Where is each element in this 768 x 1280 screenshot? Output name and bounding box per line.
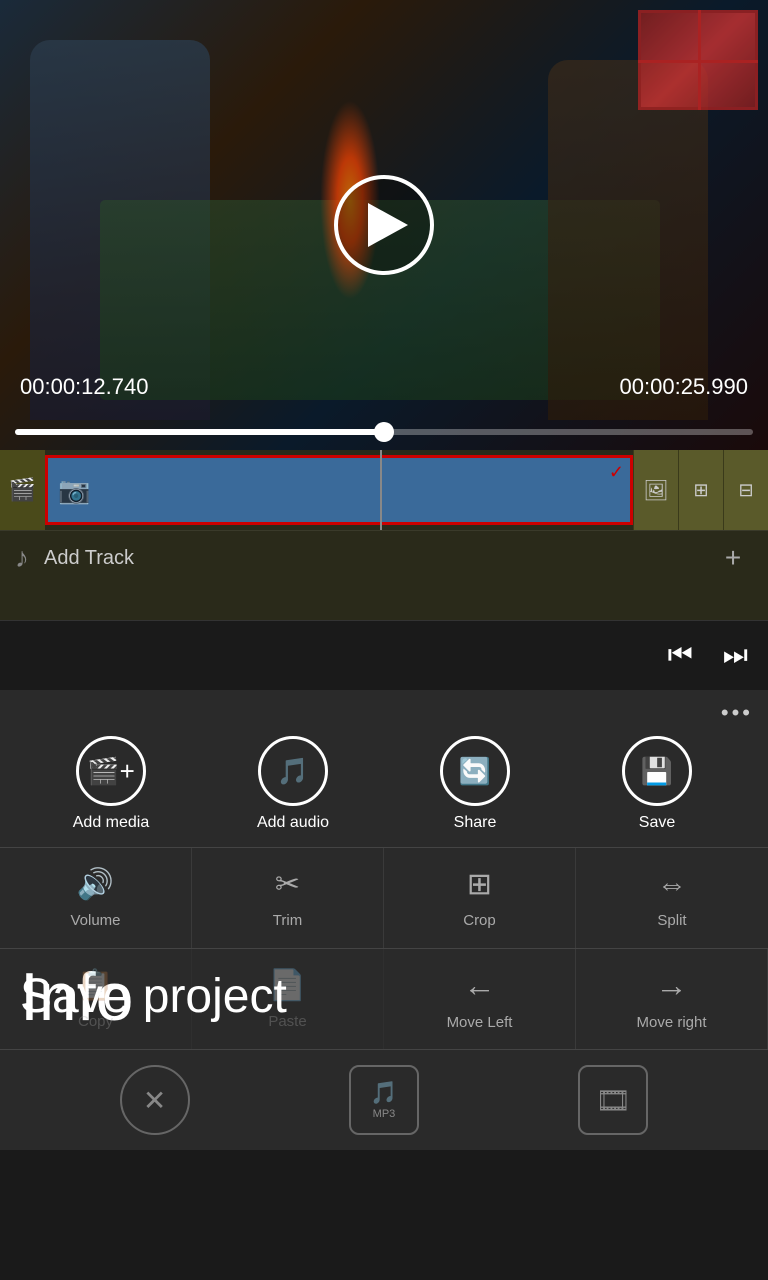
progress-handle[interactable] [374, 422, 394, 442]
more-row: ••• [0, 690, 768, 731]
timeline-track: 🎬 📷 ✓ 🖼 ⊞ ⊟ [0, 450, 768, 530]
add-media-icon-circle: 🎬+ [76, 736, 146, 806]
film-button[interactable]: 🎞 [578, 1065, 648, 1135]
image-icon-3: ⊟ [738, 480, 753, 501]
progress-fill [15, 429, 384, 435]
skip-forward-button[interactable]: ⏭ [723, 639, 748, 672]
toolbar-top: 🎬+ Add media 🎵 Add audio 🔄 Share 💾 Save [0, 731, 768, 847]
crop-label: Crop [463, 912, 496, 929]
save-icon: 💾 [641, 756, 673, 787]
paste-label: Paste [268, 1013, 306, 1030]
timeline-image-btn-2[interactable]: ⊞ [678, 450, 723, 530]
toolbar-add-media[interactable]: 🎬+ Add media [71, 736, 151, 832]
add-media-icon: 🎬+ [87, 756, 135, 787]
mp3-icon: 🎵 [370, 1080, 397, 1106]
split-button[interactable]: ⇔ Split [576, 848, 768, 948]
trim-button[interactable]: ✂ Trim [192, 848, 384, 948]
nav-row: ⏮ ⏭ [0, 620, 768, 690]
track-side: 🎬 [0, 450, 45, 530]
move-right-button[interactable]: → Move right [576, 949, 768, 1049]
clip-camera-icon: 📷 [58, 475, 90, 506]
time-display: 00:00:12.740 00:00:25.990 [0, 374, 768, 400]
track-side-icon: 🎬 [9, 477, 36, 503]
crop-icon: ⊞ [467, 867, 492, 902]
trim-label: Trim [273, 912, 302, 929]
delete-icon: ✕ [143, 1084, 166, 1117]
move-left-label: Move Left [447, 1014, 513, 1031]
toolbar-add-audio[interactable]: 🎵 Add audio [253, 736, 333, 832]
move-left-button[interactable]: ← Move Left [384, 949, 576, 1049]
toolbar-save[interactable]: 💾 Save [617, 736, 697, 832]
music-note-icon: ♪ [15, 542, 29, 574]
clip-checkmark: ✓ [609, 462, 624, 483]
save-icon-circle: 💾 [622, 736, 692, 806]
move-right-icon: → [656, 967, 688, 1004]
add-audio-label: Add audio [257, 814, 329, 832]
copy-icon: 📋 [77, 968, 114, 1003]
add-audio-icon: 🎵 [277, 756, 309, 787]
play-button[interactable] [334, 175, 434, 275]
progress-bar[interactable] [15, 429, 753, 435]
playhead [380, 450, 382, 530]
mp3-button[interactable]: 🎵 MP3 [349, 1065, 419, 1135]
volume-label: Volume [70, 912, 120, 929]
add-track-button[interactable]: + [713, 538, 753, 578]
film-icon: 🎞 [596, 1084, 632, 1117]
add-track-row: ♪ Add Track + [0, 530, 768, 585]
copy-button[interactable]: 📋 Copy [0, 949, 192, 1049]
add-audio-icon-circle: 🎵 [258, 736, 328, 806]
move-left-icon: ← [464, 967, 496, 1004]
skip-back-button[interactable]: ⏮ [668, 639, 693, 672]
more-button[interactable]: ••• [721, 700, 753, 726]
paste-icon: 📄 [269, 968, 306, 1003]
share-label: Share [454, 814, 497, 832]
timeline-image-btn-1[interactable]: 🖼 [633, 450, 678, 530]
toolbar-share[interactable]: 🔄 Share [435, 736, 515, 832]
bottom-toolbar: ••• 🎬+ Add media 🎵 Add audio 🔄 Share 💾 [0, 690, 768, 1150]
save-label: Save [639, 814, 675, 832]
image-icon-2: ⊞ [693, 480, 708, 501]
split-icon: ⇔ [657, 868, 687, 902]
trim-icon: ✂ [275, 867, 300, 902]
video-player[interactable]: 00:00:12.740 00:00:25.990 [0, 0, 768, 450]
move-right-label: Move right [636, 1014, 706, 1031]
volume-button[interactable]: 🔊 Volume [0, 848, 192, 948]
add-media-label: Add media [73, 814, 150, 832]
paste-button[interactable]: 📄 Paste [192, 949, 384, 1049]
total-time: 00:00:25.990 [620, 374, 748, 400]
volume-icon: 🔊 [77, 867, 114, 902]
current-time: 00:00:12.740 [20, 374, 148, 400]
video-clip[interactable]: 📷 ✓ [45, 455, 633, 525]
split-label: Split [657, 912, 686, 929]
add-track-label: Add Track [44, 547, 134, 570]
delete-button[interactable]: ✕ [120, 1065, 190, 1135]
grid-row-3: ✕ 🎵 MP3 🎞 [0, 1049, 768, 1150]
timeline-image-btn-3[interactable]: ⊟ [723, 450, 768, 530]
share-icon-circle: 🔄 [440, 736, 510, 806]
copy-label: Copy [78, 1013, 113, 1030]
timeline-area: 🎬 📷 ✓ 🖼 ⊞ ⊟ ♪ Add Track + [0, 450, 768, 620]
grid-row-1: 🔊 Volume ✂ Trim ⊞ Crop ⇔ Split [0, 847, 768, 948]
grid-row-2: 📋 Copy 📄 Paste ← Move Left → Move right … [0, 948, 768, 1049]
share-icon: 🔄 [459, 756, 491, 787]
image-icon-1: 🖼 [643, 478, 668, 503]
crop-button[interactable]: ⊞ Crop [384, 848, 576, 948]
